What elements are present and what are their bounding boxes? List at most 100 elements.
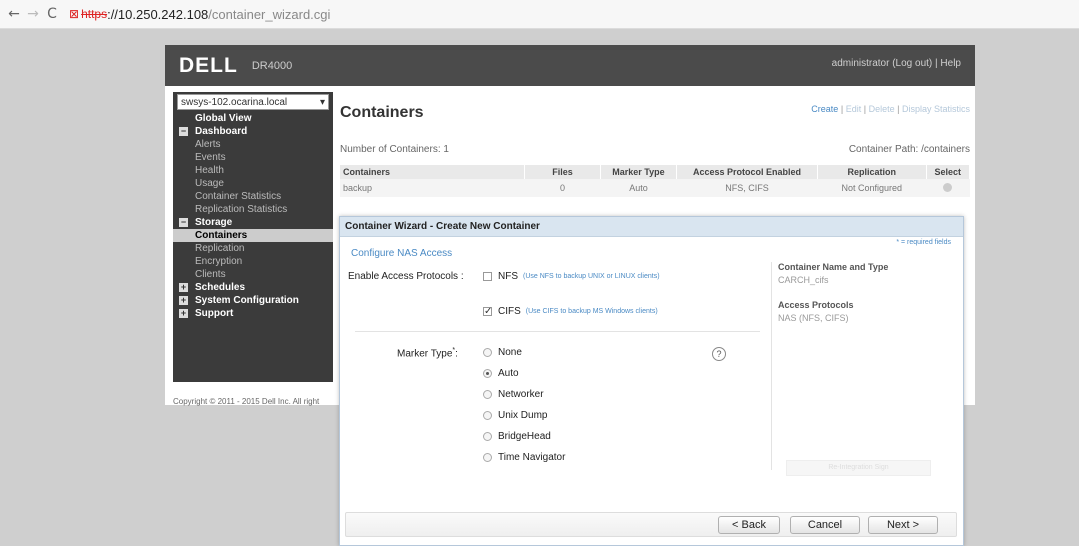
logout-link[interactable]: administrator (Log out) xyxy=(832,58,933,69)
summary-name-header: Container Name and Type xyxy=(778,262,889,272)
system-selector-value: swsys-102.ocarina.local xyxy=(181,96,288,108)
radio-button[interactable] xyxy=(483,390,492,399)
cifs-checkbox[interactable]: ✓ xyxy=(483,307,492,317)
radio-button[interactable] xyxy=(483,369,492,378)
delete-link[interactable]: Delete xyxy=(869,104,895,114)
radio-button[interactable] xyxy=(483,348,492,357)
column-header: Marker Type xyxy=(600,165,677,179)
sidebar-item-replication[interactable]: Replication xyxy=(173,242,333,255)
browser-toolbar: ← → C ⊠ https ://10.250.242.108 /contain… xyxy=(0,0,1079,29)
edit-link[interactable]: Edit xyxy=(846,104,862,114)
sidebar-item-label: Encryption xyxy=(195,256,243,267)
column-header: Select xyxy=(926,165,971,179)
section-title: Configure NAS Access xyxy=(351,248,453,259)
create-link[interactable]: Create xyxy=(811,104,838,114)
marker-option-unix-dump[interactable]: Unix Dump xyxy=(483,410,547,421)
cell-access-protocol: NFS, CIFS xyxy=(676,179,818,197)
sidebar-item-label: Support xyxy=(195,308,234,319)
select-radio[interactable] xyxy=(943,182,953,192)
cell-container-name: backup xyxy=(340,179,525,197)
nfs-label: NFS xyxy=(498,271,518,282)
required-fields-note: * = required fields xyxy=(896,239,951,246)
radio-label: Time Navigator xyxy=(498,452,566,463)
marker-type-text: Marker Type xyxy=(397,348,453,360)
action-separator: | xyxy=(863,104,867,114)
cell-marker-type: Auto xyxy=(600,179,677,197)
expand-icon[interactable]: + xyxy=(179,283,188,292)
sidebar-item-support[interactable]: + Support xyxy=(173,307,333,320)
back-button[interactable]: < Back xyxy=(718,516,780,534)
sidebar-item-encryption[interactable]: Encryption xyxy=(173,255,333,268)
radio-label: BridgeHead xyxy=(498,431,551,442)
sidebar-item-clients[interactable]: Clients xyxy=(173,268,333,281)
sidebar-item-events[interactable]: Events xyxy=(173,151,333,164)
forward-arrow-icon[interactable]: → xyxy=(25,6,41,22)
marker-option-networker[interactable]: Networker xyxy=(483,389,544,400)
product-name: DR4000 xyxy=(251,59,293,72)
chevron-down-icon: ▾ xyxy=(319,96,325,108)
sidebar-item-storage[interactable]: − Storage xyxy=(173,216,333,229)
column-header: Replication xyxy=(817,165,927,179)
collapse-icon[interactable]: − xyxy=(179,218,188,227)
copyright-text: Copyright © 2011 - 2015 Dell Inc. All ri… xyxy=(173,397,320,406)
marker-option-time-navigator[interactable]: Time Navigator xyxy=(483,452,565,463)
radio-button[interactable] xyxy=(483,432,492,441)
system-selector[interactable]: swsys-102.ocarina.local ▾ xyxy=(177,94,329,110)
sidebar-item-container-statistics[interactable]: Container Statistics xyxy=(173,190,333,203)
back-arrow-icon[interactable]: ← xyxy=(6,6,22,22)
wizard-summary-panel: Container Name and Type CARCH_cifs Acces… xyxy=(771,262,949,470)
sidebar-item-label: Dashboard xyxy=(195,126,248,137)
cifs-checkbox-row[interactable]: ✓ CIFS (Use CIFS to backup MS Windows cl… xyxy=(483,306,658,317)
nfs-checkbox-row[interactable]: NFS (Use NFS to backup UNIX or LINUX cli… xyxy=(483,271,660,282)
container-actions: Create | Edit | Delete | Display Statist… xyxy=(811,104,970,114)
cancel-button[interactable]: Cancel xyxy=(790,516,860,534)
sidebar-item-label: Clients xyxy=(195,269,226,280)
expand-icon[interactable]: + xyxy=(179,296,188,305)
sidebar-item-label: Usage xyxy=(195,178,224,189)
sidebar-item-label: Container Statistics xyxy=(195,191,282,202)
address-bar[interactable]: ⊠ https ://10.250.242.108 /container_wiz… xyxy=(69,7,330,22)
help-icon[interactable]: ? xyxy=(712,347,726,361)
container-count: Number of Containers: 1 xyxy=(340,144,449,155)
radio-label: Networker xyxy=(498,389,544,400)
marker-option-none[interactable]: None xyxy=(483,347,522,358)
nfs-hint: (Use NFS to backup UNIX or LINUX clients… xyxy=(523,273,660,280)
dialog-footer: < Back Cancel Next > xyxy=(345,512,957,537)
sidebar-item-replication-statistics[interactable]: Replication Statistics xyxy=(173,203,333,216)
sidebar-item-global-view[interactable]: Global View xyxy=(173,112,333,125)
sidebar: swsys-102.ocarina.local ▾ Global View − Da… xyxy=(173,92,333,382)
action-separator: | xyxy=(840,104,844,114)
access-protocols-label: Enable Access Protocols : xyxy=(348,271,464,282)
sidebar-item-alerts[interactable]: Alerts xyxy=(173,138,333,151)
table-header-row: Containers Files Marker Type Access Prot… xyxy=(340,165,971,179)
nfs-checkbox[interactable] xyxy=(483,272,492,281)
next-button[interactable]: Next > xyxy=(868,516,938,534)
sidebar-item-label: Global View xyxy=(195,113,252,124)
sidebar-item-label: System Configuration xyxy=(195,295,299,306)
marker-option-auto[interactable]: Auto xyxy=(483,368,519,379)
column-header: Containers xyxy=(340,165,525,179)
container-wizard-dialog: Container Wizard - Create New Container … xyxy=(339,216,964,546)
cifs-hint: (Use CIFS to backup MS Windows clients) xyxy=(525,308,658,315)
marker-option-bridgehead[interactable]: BridgeHead xyxy=(483,431,551,442)
sidebar-item-containers[interactable]: Containers xyxy=(173,229,333,242)
marker-type-colon: : xyxy=(455,348,458,360)
sidebar-item-usage[interactable]: Usage xyxy=(173,177,333,190)
table-row[interactable]: backup 0 Auto NFS, CIFS Not Configured xyxy=(340,179,970,197)
radio-label: Auto xyxy=(498,368,519,379)
sidebar-item-label: Schedules xyxy=(195,282,246,293)
sidebar-item-label: Containers xyxy=(195,230,248,241)
collapse-icon[interactable]: − xyxy=(179,127,188,136)
page-title: Containers xyxy=(340,104,424,121)
cell-files: 0 xyxy=(524,179,601,197)
sidebar-item-dashboard[interactable]: − Dashboard xyxy=(173,125,333,138)
sidebar-item-schedules[interactable]: + Schedules xyxy=(173,281,333,294)
expand-icon[interactable]: + xyxy=(179,309,188,318)
radio-button[interactable] xyxy=(483,453,492,462)
sidebar-item-system-configuration[interactable]: + System Configuration xyxy=(173,294,333,307)
radio-button[interactable] xyxy=(483,411,492,420)
display-statistics-link[interactable]: Display Statistics xyxy=(902,104,970,114)
reload-icon[interactable]: C xyxy=(44,6,60,22)
help-link[interactable]: Help xyxy=(940,58,961,69)
sidebar-item-health[interactable]: Health xyxy=(173,164,333,177)
